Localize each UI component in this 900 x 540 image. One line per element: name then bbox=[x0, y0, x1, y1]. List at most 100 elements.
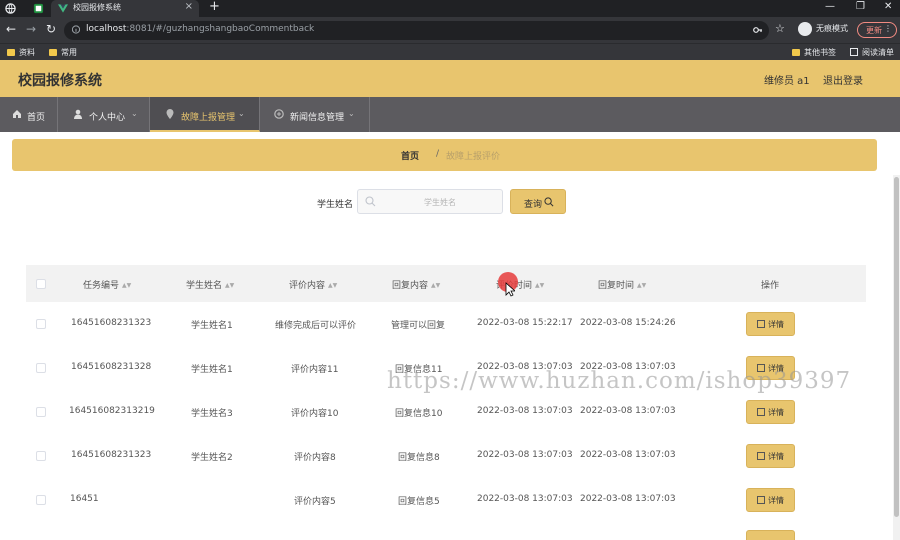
maximize-icon[interactable]: ❐ bbox=[856, 1, 865, 12]
search-icon bbox=[544, 197, 554, 207]
cell-reply-time: 2022-03-08 15:24:26 bbox=[580, 318, 676, 328]
column-header[interactable]: 学生姓名 ▲▼ bbox=[186, 278, 234, 291]
cell-reply-time: 2022-03-08 13:07:03 bbox=[580, 450, 676, 460]
scrollbar-thumb[interactable] bbox=[894, 177, 899, 517]
menu-label: 故障上报管理 bbox=[181, 113, 236, 123]
more-icon[interactable]: ⋮ bbox=[884, 24, 892, 33]
app-header: 校园报修系统 维修员 a1 退出登录 bbox=[0, 60, 900, 97]
sort-icon[interactable]: ▲▼ bbox=[225, 282, 234, 289]
cell-student-name: 学生姓名2 bbox=[191, 453, 233, 463]
cell-reply: 回复信息10 bbox=[395, 409, 443, 419]
update-button[interactable]: 更新 ⋮ bbox=[857, 22, 897, 38]
url-text: localhost:8081/#/guzhangshangbaoCommentb… bbox=[86, 24, 314, 34]
cell-task-id: 16451608231328 bbox=[71, 362, 152, 372]
column-title: 回复内容 bbox=[392, 281, 429, 291]
reading-list-icon bbox=[850, 48, 858, 56]
location-icon bbox=[166, 109, 174, 119]
window-close-icon[interactable]: ✕ bbox=[884, 1, 892, 12]
tab-title: 校园报修系统 bbox=[73, 3, 121, 12]
detail-button[interactable]: 详情 bbox=[746, 488, 795, 512]
key-icon[interactable] bbox=[753, 25, 763, 35]
row-checkbox[interactable] bbox=[36, 407, 46, 417]
star-icon[interactable]: ☆ bbox=[775, 22, 785, 35]
app-title: 校园报修系统 bbox=[18, 73, 102, 89]
document-icon bbox=[757, 320, 765, 328]
bookmark-folder-1[interactable]: 资料 bbox=[7, 47, 35, 58]
table-row: 16451 评价内容5 回复信息5 2022-03-08 13:07:03 20… bbox=[26, 478, 866, 522]
row-checkbox[interactable] bbox=[36, 495, 46, 505]
other-bookmarks-label: 其他书签 bbox=[804, 48, 836, 57]
search-button[interactable]: 查询 bbox=[510, 189, 566, 214]
detail-button[interactable]: 详情 bbox=[746, 312, 795, 336]
reading-list[interactable]: 阅读清单 bbox=[850, 47, 894, 58]
column-title: 学生姓名 bbox=[186, 281, 223, 291]
cell-task-id: 16451 bbox=[70, 494, 99, 504]
cell-comment: 评价内容11 bbox=[291, 365, 339, 375]
incognito-icon[interactable] bbox=[798, 22, 812, 36]
row-checkbox[interactable] bbox=[36, 451, 46, 461]
table-row: 164516082313219 学生姓名3 评价内容10 回复信息10 2022… bbox=[26, 390, 866, 434]
sort-icon[interactable]: ▲▼ bbox=[328, 282, 337, 289]
column-title: 任务编号 bbox=[83, 281, 120, 291]
column-header[interactable]: 回复内容 ▲▼ bbox=[392, 278, 440, 291]
detail-button[interactable]: 详情 bbox=[746, 400, 795, 424]
logout-link[interactable]: 退出登录 bbox=[823, 72, 863, 87]
cell-reply: 回复信息8 bbox=[398, 453, 440, 463]
user-icon bbox=[74, 109, 82, 119]
sort-icon[interactable]: ▲▼ bbox=[431, 282, 440, 289]
other-bookmarks[interactable]: 其他书签 bbox=[792, 47, 836, 58]
menu-item-home[interactable]: 首页 bbox=[0, 97, 58, 132]
menu-item-fault-report[interactable]: 故障上报管理 ⌄ bbox=[150, 97, 260, 132]
bookmarks-bar: 资料 常用 其他书签 阅读清单 bbox=[0, 43, 900, 60]
pinned-tab-icon[interactable] bbox=[33, 3, 44, 14]
row-checkbox[interactable] bbox=[36, 363, 46, 373]
menu-item-news[interactable]: 新闻信息管理 ⌄ bbox=[260, 97, 370, 132]
breadcrumb-home[interactable]: 首页 bbox=[401, 149, 419, 162]
chevron-down-icon: ⌄ bbox=[131, 109, 138, 118]
detail-button[interactable] bbox=[746, 530, 795, 540]
cell-comment: 评价内容5 bbox=[294, 497, 336, 507]
back-icon[interactable]: ← bbox=[6, 22, 16, 36]
address-bar[interactable]: localhost:8081/#/guzhangshangbaoCommentb… bbox=[64, 21, 769, 40]
new-tab-button[interactable]: + bbox=[209, 0, 220, 14]
menu-item-personal[interactable]: 个人中心 ⌄ bbox=[58, 97, 150, 132]
column-header[interactable]: 评价内容 ▲▼ bbox=[289, 278, 337, 291]
sort-icon[interactable]: ▲▼ bbox=[637, 282, 646, 289]
sort-icon[interactable]: ▲▼ bbox=[122, 282, 131, 289]
cell-task-id: 16451608231323 bbox=[71, 318, 152, 328]
watermark-text: https://www.huzhan.com/ishop39397 bbox=[387, 368, 852, 394]
active-tab[interactable]: 校园报修系统 × bbox=[51, 0, 199, 17]
menu-label: 新闻信息管理 bbox=[290, 113, 345, 123]
cell-reply-time: 2022-03-08 13:07:03 bbox=[580, 494, 676, 504]
bookmark-folder-2[interactable]: 常用 bbox=[49, 47, 77, 58]
column-title: 评价内容 bbox=[289, 281, 326, 291]
table-row: 16451608231323 学生姓名2 评价内容8 回复信息8 2022-03… bbox=[26, 434, 866, 478]
bookmark-label: 常用 bbox=[61, 48, 77, 57]
chevron-down-icon: ⌄ bbox=[348, 109, 355, 118]
document-icon bbox=[757, 452, 765, 460]
select-all-checkbox[interactable] bbox=[36, 279, 46, 289]
row-checkbox[interactable] bbox=[36, 319, 46, 329]
search-input[interactable] bbox=[380, 193, 500, 211]
column-header[interactable]: 回复时间 ▲▼ bbox=[598, 278, 646, 291]
detail-button[interactable]: 详情 bbox=[746, 444, 795, 468]
page-scrollbar[interactable] bbox=[893, 175, 900, 540]
browser-globe-icon[interactable] bbox=[5, 3, 16, 14]
sort-icon[interactable]: ▲▼ bbox=[535, 282, 544, 289]
column-header[interactable]: 任务编号 ▲▼ bbox=[83, 278, 131, 291]
column-header-actions: 操作 bbox=[761, 281, 780, 291]
browser-toolbar: ← → ↻ localhost:8081/#/guzhangshangbaoCo… bbox=[0, 17, 900, 43]
info-icon[interactable] bbox=[72, 25, 80, 34]
cell-reply: 管理可以回复 bbox=[391, 321, 446, 331]
home-icon bbox=[13, 110, 21, 118]
news-icon bbox=[274, 109, 284, 119]
minimize-icon[interactable]: — bbox=[825, 1, 835, 12]
cell-student-name: 学生姓名1 bbox=[191, 321, 233, 331]
reload-icon[interactable]: ↻ bbox=[46, 22, 56, 36]
main-menu: 首页 个人中心 ⌄ 故障上报管理 ⌄ 新闻信息管理 ⌄ bbox=[0, 97, 900, 132]
cell-comment-time: 2022-03-08 13:07:03 bbox=[477, 450, 573, 460]
tab-close-icon[interactable]: × bbox=[185, 1, 193, 12]
forward-icon[interactable]: → bbox=[26, 22, 36, 36]
search-field[interactable] bbox=[357, 189, 503, 214]
folder-icon bbox=[49, 49, 57, 56]
